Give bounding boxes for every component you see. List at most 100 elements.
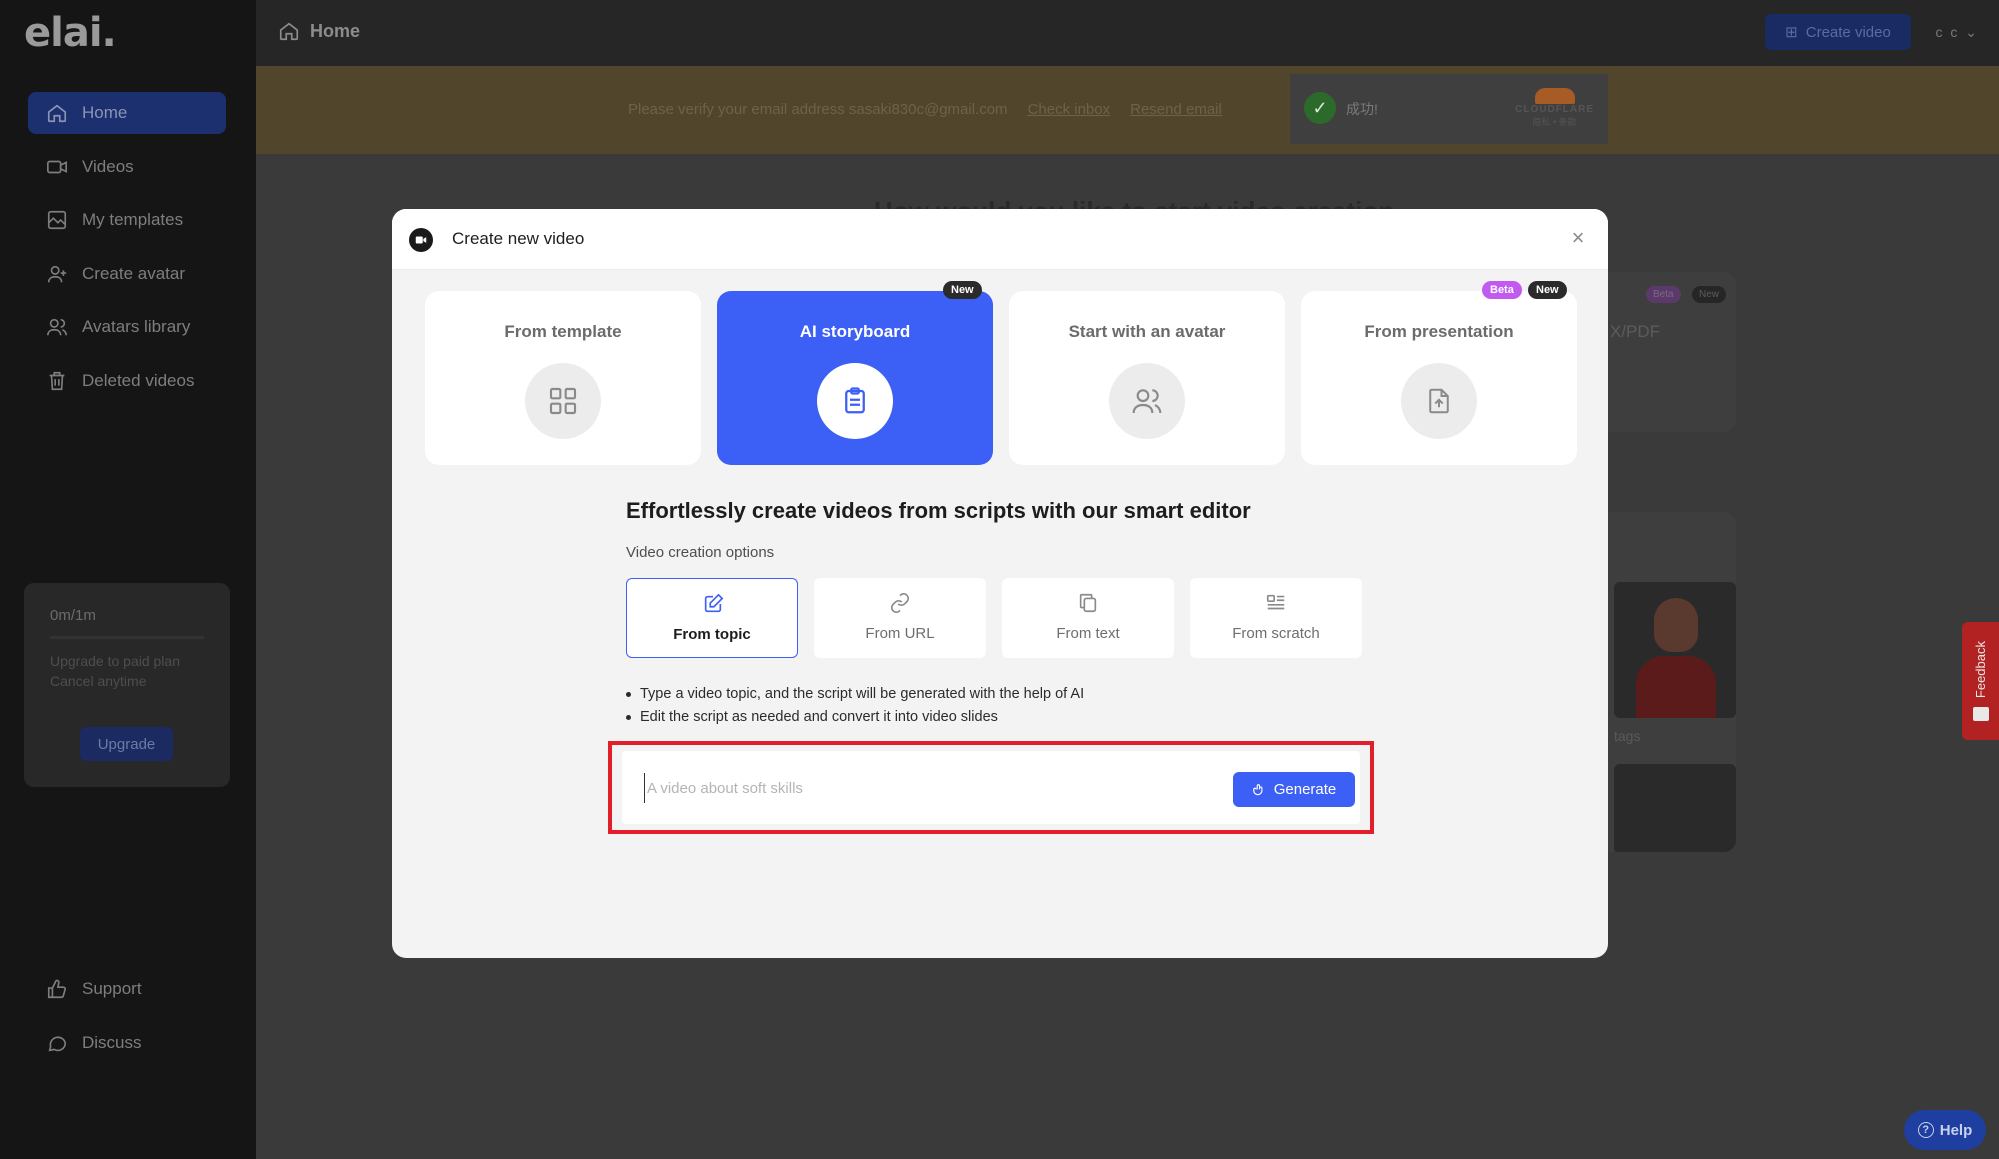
card-label: From template [504, 322, 622, 341]
top-bar: Home ⊞ Create video c c ⌄ [256, 0, 1999, 66]
option-label: From scratch [1232, 625, 1320, 642]
new-badge: New [1528, 281, 1567, 299]
video-record-icon [409, 228, 433, 252]
sidebar-item-videos[interactable]: Videos [28, 146, 226, 188]
captcha-brand: CLOUDFLARE [1515, 104, 1594, 115]
cloudflare-logo: CLOUDFLARE 隐私 • 条款 [1515, 88, 1594, 128]
verify-email-banner: Please verify your email address sasaki8… [256, 66, 1999, 154]
plan-usage-card: 0m/1m Upgrade to paid plan Cancel anytim… [24, 583, 230, 787]
link-icon [890, 593, 910, 613]
list-item: Type a video topic, and the script will … [626, 683, 1084, 706]
chat-bubble-icon [48, 1035, 67, 1051]
background-new-badge: New [1692, 286, 1727, 303]
copy-icon [1079, 593, 1097, 613]
user-initials: c c [1935, 24, 1960, 40]
avatar-thumbnail [1614, 582, 1736, 718]
sidebar-item-label: Avatars library [82, 317, 191, 336]
card-label: Start with an avatar [1068, 322, 1226, 341]
resend-email-link[interactable]: Resend email [1130, 101, 1222, 118]
sidebar-item-support[interactable]: Support [28, 968, 226, 1010]
avatar-body [1636, 656, 1716, 718]
topic-input[interactable] [644, 773, 1184, 803]
option-from-topic[interactable]: From topic [626, 578, 798, 658]
breadcrumb[interactable]: Home [278, 20, 360, 42]
home-icon [279, 22, 299, 41]
users-icon [1109, 363, 1185, 439]
grid-icon [525, 363, 601, 439]
avatar-thumbnail [1614, 764, 1736, 852]
close-icon[interactable]: × [1566, 227, 1590, 251]
sidebar-item-label: Home [82, 103, 128, 122]
card-from-presentation[interactable]: From presentation [1301, 291, 1577, 465]
captcha-status: 成功! [1346, 101, 1378, 117]
prompt-highlight-frame: Generate [608, 741, 1374, 834]
option-label: From text [1056, 625, 1120, 642]
modal-headline: Effortlessly create videos from scripts … [626, 498, 1251, 523]
video-plus-icon: ⊞ [1785, 24, 1798, 41]
plan-note-line: Cancel anytime [50, 673, 147, 689]
check-icon: ✓ [1304, 92, 1336, 124]
user-menu[interactable]: c c ⌄ [1935, 24, 1979, 41]
list-item: Edit the script as needed and convert it… [626, 706, 1084, 729]
check-inbox-link[interactable]: Check inbox [1028, 101, 1111, 118]
trash-icon [49, 371, 65, 390]
instructions-list: Type a video topic, and the script will … [626, 683, 1084, 729]
sidebar-item-discuss[interactable]: Discuss [28, 1022, 226, 1064]
sidebar-item-create-avatar[interactable]: Create avatar [28, 253, 226, 295]
elai-logo[interactable]: elai. [24, 10, 117, 56]
plan-usage-text: 0m/1m [50, 607, 96, 624]
card-start-with-avatar[interactable]: Start with an avatar [1009, 291, 1285, 465]
background-card-label: X/PDF [1610, 322, 1661, 341]
sidebar: elai. Home Videos My templates Create av… [0, 0, 256, 1159]
new-badge: New [943, 281, 982, 299]
sidebar-item-avatars-library[interactable]: Avatars library [28, 306, 226, 348]
sidebar-nav: Home Videos My templates Create avatar A… [28, 92, 226, 413]
sidebar-item-deleted-videos[interactable]: Deleted videos [28, 360, 226, 402]
cloud-icon [1534, 88, 1575, 104]
plan-note: Upgrade to paid plan Cancel anytime [50, 651, 204, 691]
card-label: From presentation [1364, 322, 1514, 341]
option-label: From URL [865, 625, 935, 642]
feedback-icon [1972, 706, 1989, 721]
video-camera-icon [47, 160, 67, 173]
thumbs-up-icon [47, 979, 67, 999]
sidebar-item-label: Videos [82, 156, 134, 176]
sidebar-item-label: Discuss [82, 1032, 142, 1052]
option-from-text[interactable]: From text [1002, 578, 1174, 658]
clipboard-icon [817, 363, 893, 439]
user-plus-icon [47, 265, 67, 282]
avatar-face [1654, 598, 1698, 652]
file-upload-icon [1401, 363, 1477, 439]
upgrade-button[interactable]: Upgrade [80, 727, 173, 761]
beta-badge: Beta [1482, 281, 1522, 299]
sidebar-item-my-templates[interactable]: My templates [28, 199, 226, 241]
sidebar-item-label: Create avatar [82, 263, 185, 283]
banner-text: Please verify your email address sasaki8… [628, 101, 1222, 118]
sidebar-item-label: Deleted videos [82, 370, 195, 390]
chevron-down-icon: ⌄ [1965, 24, 1979, 40]
card-ai-storyboard[interactable]: AI storyboard [717, 291, 993, 465]
generate-label: Generate [1273, 781, 1337, 798]
list-icon [1266, 594, 1285, 610]
options-label: Video creation options [626, 544, 775, 561]
sidebar-bottom-nav: Support Discuss [28, 968, 226, 1075]
option-from-scratch[interactable]: From scratch [1190, 578, 1362, 658]
help-label: Help [1939, 1121, 1973, 1139]
generate-button[interactable]: Generate [1233, 772, 1355, 807]
card-label: AI storyboard [799, 322, 911, 341]
card-from-template[interactable]: From template [425, 291, 701, 465]
edit-icon [704, 593, 724, 613]
sidebar-item-label: Support [82, 979, 142, 998]
feedback-tab[interactable]: Feedback [1962, 622, 1999, 740]
magic-hand-icon [1252, 783, 1263, 795]
sidebar-item-label: My templates [82, 210, 184, 229]
captcha-widget[interactable]: ✓ 成功! CLOUDFLARE 隐私 • 条款 [1290, 74, 1608, 144]
create-video-button[interactable]: ⊞ Create video [1765, 14, 1911, 50]
home-icon [47, 104, 67, 123]
plan-usage-bar [50, 636, 204, 639]
background-tags: tags [1614, 728, 1641, 744]
sidebar-item-home[interactable]: Home [28, 92, 226, 134]
option-from-url[interactable]: From URL [814, 578, 986, 658]
help-button[interactable]: ? Help [1904, 1110, 1986, 1150]
captcha-links[interactable]: 隐私 • 条款 [1515, 115, 1594, 128]
